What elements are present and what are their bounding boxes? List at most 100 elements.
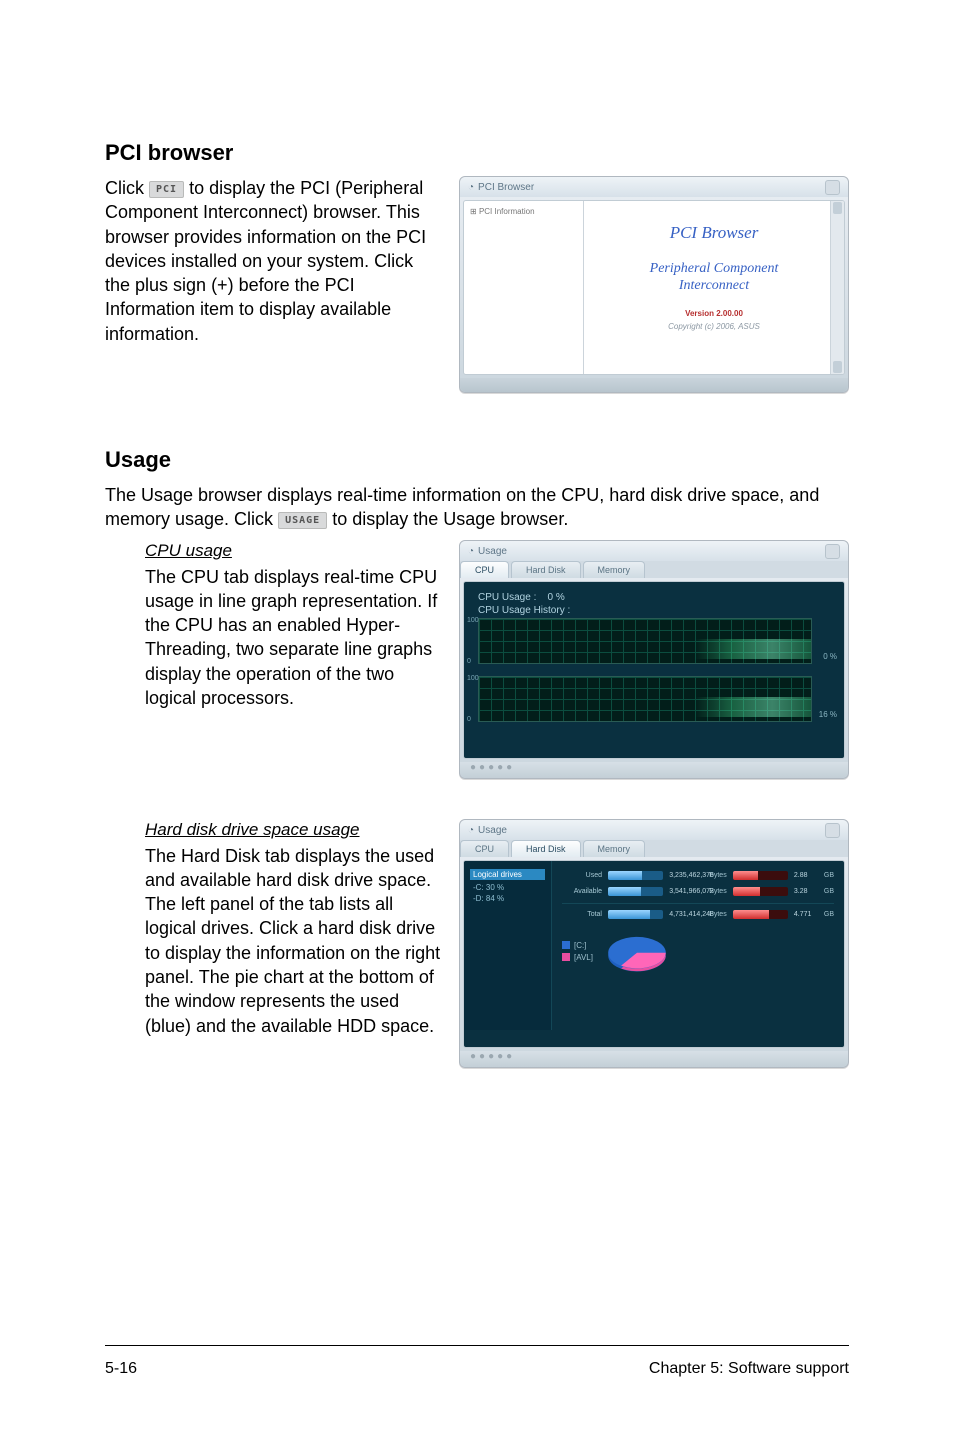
page-footer: 5-16 Chapter 5: Software support <box>105 1345 849 1378</box>
hdd-subheading: Hard disk drive space usage <box>145 819 441 842</box>
hdd-meter-row: Used 3,235,462,376 Bytes 2.88 GB <box>562 871 834 880</box>
footer-right: Chapter 5: Software support <box>649 1360 849 1378</box>
pci-tree-panel[interactable]: ⊞ PCI Information <box>464 201 584 374</box>
cpu-usage-label-text: CPU Usage : <box>478 592 536 603</box>
legend-used-code: [C:] <box>574 941 586 950</box>
usage-paragraph: The Usage browser displays real-time inf… <box>105 483 849 532</box>
meter-label: Used <box>562 872 602 879</box>
cpu-graph-1: 100 0 0 % <box>478 618 812 664</box>
meter-num-left: 3,235,462,376 <box>669 872 703 879</box>
cpu-history-label: CPU Usage History : <box>478 605 812 616</box>
legend-square-blue <box>562 941 570 949</box>
meter-bar-left <box>608 887 663 896</box>
meter-unit-left: Bytes <box>709 888 727 895</box>
meter-unit-left: Bytes <box>709 911 727 918</box>
hdd-window-titlebar: ◔ Usage <box>460 820 848 840</box>
pci-copyright: Copyright (c) 2006, ASUS <box>584 322 844 331</box>
tab-memory[interactable]: Memory <box>583 840 646 857</box>
hdd-drive-item[interactable]: -C: 30 % <box>470 882 545 893</box>
meter-unit-left: Bytes <box>709 872 727 879</box>
hdd-separator <box>562 903 834 904</box>
tab-cpu[interactable]: CPU <box>460 561 509 578</box>
scrollbar[interactable] <box>830 201 844 374</box>
cpu-usage-text: CPU usage The CPU tab displays real-time… <box>145 540 441 711</box>
cpu-usage-paragraph: The CPU tab displays real-time CPU usage… <box>145 567 437 708</box>
meter-num-right: 2.88 <box>794 872 818 879</box>
pci-version: Version 2.00.00 <box>584 309 844 318</box>
meter-unit-right: GB <box>824 888 834 895</box>
hdd-drive-header: Logical drives <box>470 869 545 880</box>
legend-avail-code: [AVL] <box>574 953 593 962</box>
meter-num-left: 4,731,414,248 <box>669 911 703 918</box>
hdd-meter-row: Total 4,731,414,248 Bytes 4.771 GB <box>562 910 834 919</box>
usage-button-inline: USAGE <box>278 512 327 530</box>
hdd-right-panel: Used 3,235,462,376 Bytes 2.88 GB Available 3,5… <box>552 861 844 1030</box>
tab-harddisk[interactable]: Hard Disk <box>511 840 581 857</box>
meter-label: Total <box>562 911 602 918</box>
meter-num-left: 3,541,966,072 <box>669 888 703 895</box>
g1-bot: 0 <box>467 658 471 665</box>
cpu-graph-2: 100 0 16 % <box>478 676 812 722</box>
meter-bar-right <box>733 887 788 896</box>
pci-window-titlebar: ◔ PCI Browser <box>460 177 848 197</box>
hdd-drive-list: Logical drives -C: 30 % -D: 84 % <box>464 861 552 1030</box>
cpu-window-footer: ●●●●● <box>460 762 848 778</box>
pie-chart <box>601 926 673 978</box>
hdd-text: Hard disk drive space usage The Hard Dis… <box>145 819 441 1038</box>
meter-unit-right: GB <box>824 911 834 918</box>
pie-legend: [C:] [AVL] <box>562 940 593 964</box>
pci-right-panel: PCI Browser Peripheral Component Interco… <box>584 201 844 374</box>
pci-button-inline: PCI <box>149 181 184 199</box>
pci-browser-window: ◔ PCI Browser ⊞ PCI Information PCI Brow… <box>459 176 849 393</box>
cpu-usage-value: 0 % <box>547 592 564 603</box>
cpu-window-icon: ◔ <box>468 546 474 557</box>
pci-window-title-label: PCI Browser <box>478 182 534 193</box>
meter-bar-left <box>608 871 663 880</box>
cpu-window-title-label: Usage <box>478 546 507 557</box>
usage-para-suffix: to display the Usage browser. <box>332 509 568 529</box>
pci-tree-node[interactable]: ⊞ PCI Information <box>470 207 577 216</box>
cpu-usage-subheading: CPU usage <box>145 540 441 563</box>
meter-num-right: 4.771 <box>794 911 818 918</box>
pci-para-suffix: to display the PCI (Peripheral Component… <box>105 178 426 344</box>
cpu-window-title-text: ◔ Usage <box>468 546 507 557</box>
hdd-window-icon: ◔ <box>468 825 474 836</box>
pci-right-sub1: Peripheral Component <box>584 261 844 278</box>
hdd-paragraph: The Hard Disk tab displays the used and … <box>145 846 440 1036</box>
hdd-window-footer: ●●●●● <box>460 1051 848 1067</box>
close-icon[interactable] <box>825 544 840 559</box>
hdd-window: ◔ Usage CPU Hard Disk Memory Logical dri… <box>459 819 849 1068</box>
g1-pct: 0 % <box>823 652 837 661</box>
hdd-tab-row: CPU Hard Disk Memory <box>460 840 848 857</box>
pci-tree-node-label: PCI Information <box>479 207 535 216</box>
pci-window-title-text: ◔ PCI Browser <box>468 182 534 193</box>
g2-pct: 16 % <box>819 710 837 719</box>
hdd-window-title-label: Usage <box>478 825 507 836</box>
meter-bar-left <box>608 910 663 919</box>
usage-heading: Usage <box>105 447 849 473</box>
footer-left: 5-16 <box>105 1360 137 1378</box>
cpu-tab-row: CPU Hard Disk Memory <box>460 561 848 578</box>
hdd-drive-item[interactable]: -D: 84 % <box>470 893 545 904</box>
tab-harddisk[interactable]: Hard Disk <box>511 561 581 578</box>
hdd-window-title-text: ◔ Usage <box>468 825 507 836</box>
pci-heading: PCI browser <box>105 140 849 166</box>
meter-bar-right <box>733 871 788 880</box>
close-icon[interactable] <box>825 180 840 195</box>
meter-label: Available <box>562 888 602 895</box>
hdd-meter-row: Available 3,541,966,072 Bytes 3.28 GB <box>562 887 834 896</box>
cpu-usage-label: CPU Usage : 0 % <box>478 592 812 603</box>
cpu-usage-window: ◔ Usage CPU Hard Disk Memory CPU Usage : <box>459 540 849 779</box>
legend-square-pink <box>562 953 570 961</box>
pci-window-footer <box>460 378 848 392</box>
g1-top: 100 <box>467 617 479 624</box>
meter-bar-right <box>733 910 788 919</box>
g2-top: 100 <box>467 675 479 682</box>
tab-cpu[interactable]: CPU <box>460 840 509 857</box>
meter-num-right: 3.28 <box>794 888 818 895</box>
close-icon[interactable] <box>825 823 840 838</box>
g2-bot: 0 <box>467 716 471 723</box>
meter-unit-right: GB <box>824 872 834 879</box>
cpu-window-titlebar: ◔ Usage <box>460 541 848 561</box>
tab-memory[interactable]: Memory <box>583 561 646 578</box>
